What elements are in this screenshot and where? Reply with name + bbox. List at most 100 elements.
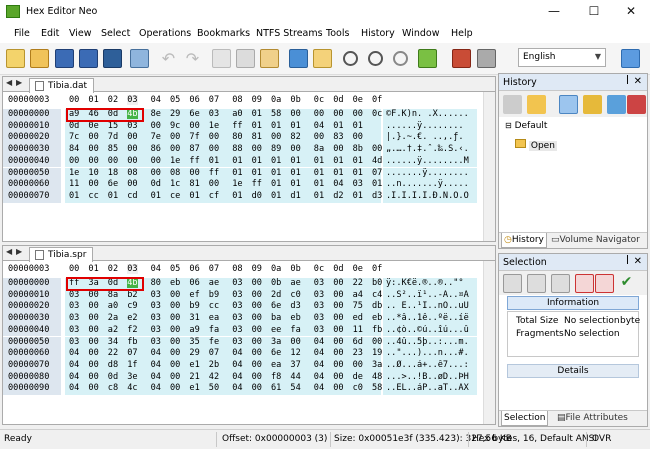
hex-byte[interactable]: 00	[69, 156, 79, 166]
hex-byte[interactable]: a2	[108, 325, 118, 335]
hex-byte[interactable]: 03	[314, 301, 324, 311]
hex-byte[interactable]: 03	[232, 313, 242, 323]
hex-byte[interactable]: 7e	[151, 132, 161, 142]
hex-byte[interactable]: 82	[290, 132, 300, 142]
hex-byte[interactable]: ba	[271, 313, 281, 323]
hex-byte[interactable]: c8	[108, 383, 118, 393]
hex-byte[interactable]: 2d	[271, 290, 281, 300]
tools-icon[interactable]	[452, 49, 471, 68]
hex-byte[interactable]: a0	[108, 301, 118, 311]
hex-byte[interactable]: 61	[271, 383, 281, 393]
information-header[interactable]: Information	[507, 296, 639, 310]
hex-byte[interactable]: 1c	[170, 179, 180, 189]
hex-byte[interactable]: eb	[170, 278, 180, 288]
search-next-icon[interactable]	[368, 51, 383, 66]
hex-byte[interactable]: 03	[69, 301, 79, 311]
menu-ntfs-streams[interactable]: NTFS Streams	[256, 28, 323, 39]
select-range-icon[interactable]	[551, 274, 570, 293]
hex-byte[interactable]: 00	[88, 360, 98, 370]
hex-byte[interactable]: 04	[69, 383, 79, 393]
ascii-text[interactable]: |.}.~.€. ..‚.ƒ.	[383, 132, 477, 145]
vertical-scrollbar[interactable]	[483, 92, 495, 241]
hex-byte[interactable]: 01	[290, 168, 300, 178]
hex-byte[interactable]: 00	[333, 383, 343, 393]
hex-byte[interactable]: 00	[170, 337, 180, 347]
hex-byte[interactable]: cd	[127, 191, 137, 201]
hex-byte[interactable]: 00	[372, 144, 382, 154]
hex-byte[interactable]: 54	[290, 383, 300, 393]
hex-byte[interactable]: 00	[333, 313, 343, 323]
hex-byte[interactable]: 86	[151, 144, 161, 154]
hex-byte[interactable]: 3e	[127, 372, 137, 382]
copy-icon[interactable]	[236, 49, 255, 68]
hex-byte[interactable]: eb	[290, 313, 300, 323]
ascii-text[interactable]: ..Š²..ï¹..-À..¤Ä	[383, 289, 477, 302]
hex-byte[interactable]: 00	[170, 290, 180, 300]
hex-byte[interactable]: 01	[314, 168, 324, 178]
hex-byte[interactable]: 00	[170, 348, 180, 358]
history-item[interactable]: Open	[515, 139, 557, 151]
hex-byte[interactable]: 35	[189, 337, 199, 347]
hex-row[interactable]: 00000090 04 00 c8 4c 04 00 e1 50 04 00 61 54 04 00 c0 58…	[3, 383, 483, 395]
hex-byte[interactable]: 7c	[69, 132, 79, 142]
hex-row[interactable]: 00000020 03 00 a0 c9 03 00 b9 cc 03 00 6e d3 03 00 75 db…	[3, 301, 483, 314]
hex-byte[interactable]: 03	[314, 325, 324, 335]
ascii-text[interactable]: ...>..!B..øD..ÞH	[383, 371, 477, 384]
hex-byte[interactable]: 01	[353, 121, 363, 131]
hex-byte[interactable]: 07	[372, 168, 382, 178]
hex-byte[interactable]: db	[372, 301, 382, 311]
hex-byte[interactable]: 03	[209, 109, 219, 119]
hex-byte[interactable]: 04	[314, 383, 324, 393]
hex-byte[interactable]: 12	[290, 348, 300, 358]
hex-row[interactable]: 00000080 04 00 0d 3e 04 00 21 42 04 00 f8 44 04 00 de 48…	[3, 371, 483, 384]
hex-byte[interactable]: 19	[372, 348, 382, 358]
details-header[interactable]: Details	[507, 364, 639, 378]
hex-byte[interactable]: 01	[271, 156, 281, 166]
hex-byte[interactable]: 0c	[372, 109, 382, 119]
hex-byte[interactable]: 00	[372, 337, 382, 347]
hex-byte[interactable]: ea	[209, 313, 219, 323]
hex-byte[interactable]: d8	[108, 360, 118, 370]
ascii-text[interactable]: ..Ø...á+..ê7...:	[383, 359, 477, 372]
tab-tibia-spr[interactable]: Tibia.spr	[29, 247, 94, 262]
hex-byte[interactable]: 0d	[69, 121, 79, 131]
tab-history[interactable]: ◷History	[501, 233, 547, 248]
hex-byte[interactable]: 44	[290, 372, 300, 382]
hex-byte[interactable]: 83	[333, 132, 343, 142]
menu-window[interactable]: Window	[402, 28, 439, 39]
hex-byte[interactable]: 03	[151, 313, 161, 323]
hex-byte[interactable]: 01	[232, 191, 242, 201]
menu-view[interactable]: View	[69, 28, 92, 39]
hex-byte[interactable]: 00	[333, 325, 343, 335]
hex-byte[interactable]: 01	[333, 156, 343, 166]
hex-byte[interactable]: 6e	[271, 348, 281, 358]
hex-byte[interactable]: 00	[353, 360, 363, 370]
hex-byte[interactable]: 84	[69, 144, 79, 154]
minimize-button[interactable]: —	[535, 0, 573, 24]
hex-byte[interactable]: 00	[333, 337, 343, 347]
hex-byte[interactable]: fa	[209, 325, 219, 335]
ascii-text[interactable]: „.….†.‡.ˆ.‰.Š.‹.	[383, 144, 477, 156]
hex-byte[interactable]: 81	[252, 132, 262, 142]
hex-byte[interactable]: c0	[290, 290, 300, 300]
hex-byte[interactable]: 89	[271, 144, 281, 154]
hex-byte[interactable]: 58	[271, 109, 281, 119]
hex-byte[interactable]: 00	[290, 109, 300, 119]
search-icon[interactable]	[343, 51, 358, 66]
hex-byte[interactable]: 81	[189, 179, 199, 189]
hex-byte[interactable]: 00	[314, 132, 324, 142]
hex-byte[interactable]: 85	[108, 144, 118, 154]
hex-byte[interactable]: 00	[88, 156, 98, 166]
hex-byte[interactable]: 7d	[108, 132, 118, 142]
checkmark-icon[interactable]: ✔	[617, 274, 636, 293]
hex-byte[interactable]: 00	[290, 144, 300, 154]
hex-byte[interactable]: 04	[69, 360, 79, 370]
hex-byte[interactable]: 00	[88, 313, 98, 323]
hex-byte[interactable]: 04	[151, 360, 161, 370]
hex-byte[interactable]: 03	[353, 179, 363, 189]
hex-byte[interactable]: 01	[232, 156, 242, 166]
save-icon[interactable]	[55, 49, 74, 68]
hex-byte[interactable]: 11	[353, 325, 363, 335]
hex-row[interactable]: 00000070 01 cc 01 cd 01 ce 01 cf 01 d0 01 d1 01 d2 01 d3…	[3, 190, 483, 203]
hex-byte[interactable]: 03	[69, 337, 79, 347]
